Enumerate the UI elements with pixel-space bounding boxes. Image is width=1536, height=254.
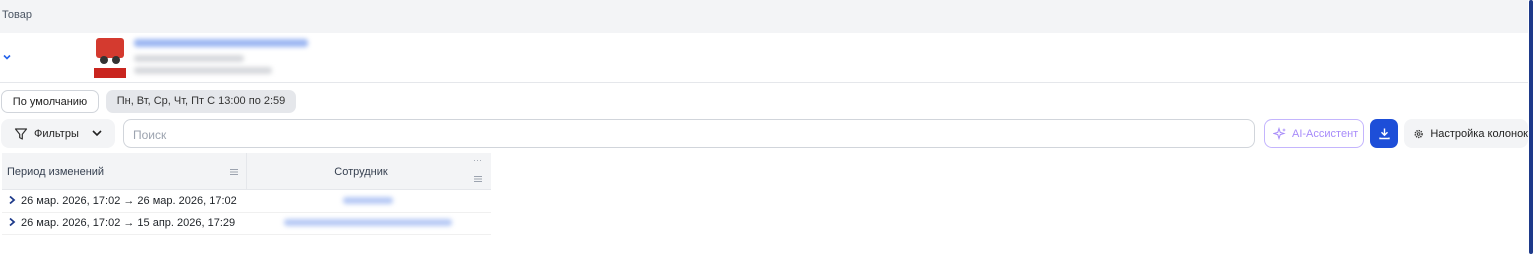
column-header-employee[interactable]: ··· Сотрудник — [246, 153, 491, 189]
preset-schedule-chip[interactable]: Пн, Вт, Ср, Чт, Пт С 13:00 по 2:59 — [106, 90, 296, 113]
period-text: 26 мар. 2026, 17:02 → 15 апр. 2026, 17:2… — [21, 217, 236, 229]
ai-assistant-button[interactable]: AI-Ассистент — [1264, 119, 1364, 148]
period-cell: 26 мар. 2026, 17:02 → 26 мар. 2026, 17:0… — [2, 190, 246, 212]
filters-button[interactable]: Фильтры — [1, 119, 115, 148]
column-header-period[interactable]: Период изменений — [2, 153, 247, 189]
chevron-right-icon[interactable] — [8, 217, 16, 227]
column-header-label: Сотрудник — [334, 166, 388, 178]
more-icon[interactable]: ··· — [473, 155, 482, 165]
search-placeholder: Поиск — [133, 128, 167, 142]
column-menu-icon[interactable] — [229, 168, 239, 176]
period-text: 26 мар. 2026, 17:02 → 26 мар. 2026, 17:0… — [21, 195, 237, 207]
chevron-right-icon[interactable] — [8, 195, 16, 205]
product-meta-blurred — [134, 55, 244, 62]
column-header-label: Период изменений — [7, 166, 105, 178]
table-header: Период изменений ··· Сотрудник — [2, 153, 491, 190]
filters-label: Фильтры — [34, 127, 79, 140]
employee-name-blurred — [284, 219, 452, 226]
employee-cell — [246, 212, 491, 234]
download-icon — [1378, 128, 1390, 140]
scrollbar[interactable] — [1529, 0, 1533, 254]
column-settings-button[interactable]: Настройка колонок — [1404, 119, 1528, 148]
product-name-blurred[interactable] — [134, 39, 308, 47]
employee-cell — [246, 190, 491, 212]
column-settings-label: Настройка колонок — [1430, 127, 1528, 140]
chevron-down-icon[interactable] — [2, 52, 12, 62]
download-button[interactable] — [1370, 119, 1398, 148]
product-column-label: Товар — [2, 9, 32, 21]
sparkle-icon — [1273, 126, 1286, 140]
period-cell: 26 мар. 2026, 17:02 → 15 апр. 2026, 17:2… — [2, 212, 246, 234]
preset-default-chip[interactable]: По умолчанию — [1, 90, 99, 113]
ai-assistant-label: AI-Ассистент — [1292, 127, 1359, 140]
filter-icon — [14, 127, 28, 140]
table-row[interactable]: 26 мар. 2026, 17:02 → 15 апр. 2026, 17:2… — [2, 212, 491, 235]
product-thumbnail — [94, 36, 126, 78]
table-header-band: Товар — [0, 0, 1528, 33]
employee-name-blurred — [343, 197, 393, 204]
search-input[interactable]: Поиск — [123, 119, 1255, 148]
gear-icon — [1414, 129, 1423, 138]
product-meta-blurred — [134, 67, 272, 74]
chevron-down-icon — [92, 130, 102, 137]
column-menu-icon[interactable] — [473, 175, 483, 183]
table-row[interactable]: 26 мар. 2026, 17:02 → 26 мар. 2026, 17:0… — [2, 190, 491, 213]
